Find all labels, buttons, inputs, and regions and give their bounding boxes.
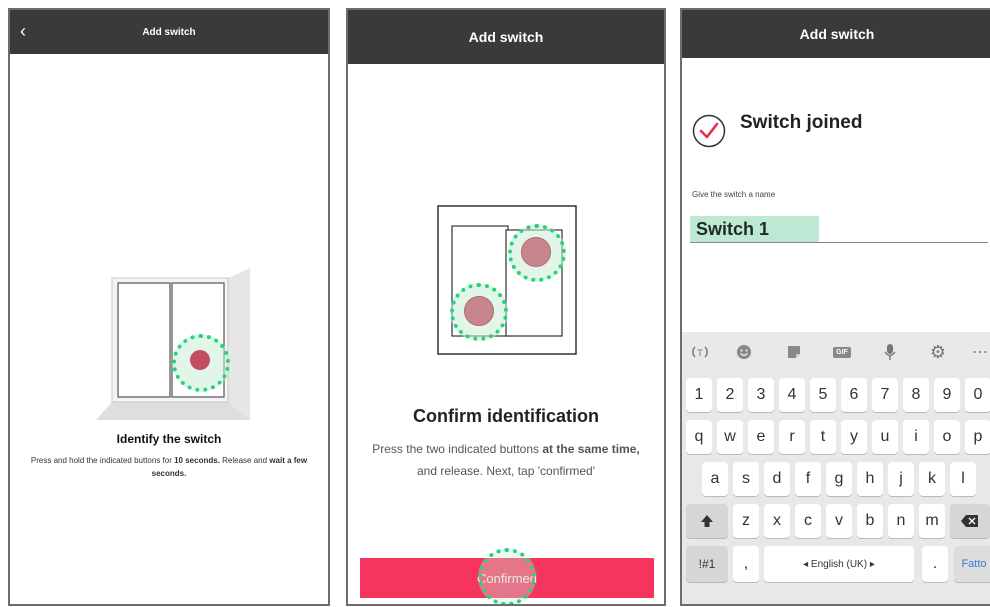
key-v[interactable]: v — [826, 504, 852, 538]
more-icon[interactable]: ⋯ — [968, 340, 990, 364]
gif-label: GIF — [833, 346, 851, 358]
gif-icon[interactable]: GIF — [830, 340, 854, 364]
switch-left-rocker — [117, 282, 171, 398]
screen-confirm-identification: Add switch Confirm identification Press … — [346, 8, 666, 606]
app-bar: Add switch — [682, 10, 990, 58]
indicated-button — [190, 350, 210, 370]
screen-identify-switch: ‹ Add switch Identify the switch Press a… — [8, 8, 330, 606]
page-title: Add switch — [799, 26, 875, 42]
instruction-bold: 10 seconds. — [174, 456, 220, 465]
period-key[interactable]: . — [922, 546, 948, 582]
page-heading: Identify the switch — [116, 432, 222, 446]
key-s[interactable]: s — [733, 462, 759, 496]
key-1[interactable]: 1 — [686, 378, 712, 412]
key-3[interactable]: 3 — [748, 378, 774, 412]
status-title: Switch joined — [740, 112, 863, 133]
sticker-icon[interactable] — [782, 340, 806, 364]
key-9[interactable]: 9 — [934, 378, 960, 412]
key-p[interactable]: p — [965, 420, 990, 454]
key-f[interactable]: f — [795, 462, 821, 496]
indicated-button-top — [521, 237, 551, 267]
key-l[interactable]: l — [950, 462, 976, 496]
key-n[interactable]: n — [888, 504, 914, 538]
backspace-icon — [961, 515, 978, 527]
key-q[interactable]: q — [686, 420, 712, 454]
key-x[interactable]: x — [764, 504, 790, 538]
press-indicator-confirm — [478, 548, 536, 604]
instruction-part: Press the two indicated buttons — [372, 442, 543, 456]
settings-icon[interactable]: ⚙ — [926, 340, 950, 364]
space-key[interactable]: ◂ English (UK) ▸ — [764, 546, 914, 582]
comma-key[interactable]: , — [733, 546, 759, 582]
switch-plate-bottom — [96, 402, 250, 420]
key-i[interactable]: i — [903, 420, 929, 454]
page-heading: Confirm identification — [413, 406, 599, 426]
done-key[interactable]: Fatto — [954, 546, 990, 582]
translate-icon[interactable]: T — [688, 340, 712, 364]
instruction-text: Press the two indicated buttons at the s… — [362, 438, 650, 482]
emoji-icon[interactable] — [732, 340, 756, 364]
key-8[interactable]: 8 — [903, 378, 929, 412]
key-4[interactable]: 4 — [779, 378, 805, 412]
key-g[interactable]: g — [826, 462, 852, 496]
name-field[interactable]: Switch 1 — [690, 216, 988, 243]
key-a[interactable]: a — [702, 462, 728, 496]
key-y[interactable]: y — [841, 420, 867, 454]
instruction-part: Release and — [219, 456, 270, 465]
key-e[interactable]: e — [748, 420, 774, 454]
key-r[interactable]: r — [779, 420, 805, 454]
key-5[interactable]: 5 — [810, 378, 836, 412]
shift-key[interactable] — [686, 504, 728, 538]
instruction-bold: at the same time, — [542, 442, 640, 456]
instruction-part: Press and hold the indicated buttons for — [30, 456, 175, 465]
onscreen-keyboard: T GIF ⚙ ⋯ 1 2 3 4 5 6 7 8 9 0 q w e r t … — [682, 332, 990, 604]
name-field-value: Switch 1 — [690, 216, 820, 242]
key-0[interactable]: 0 — [965, 378, 990, 412]
screen-switch-joined: Add switch Switch joined Give the switch… — [680, 8, 990, 606]
backspace-key[interactable] — [950, 504, 990, 538]
key-h[interactable]: h — [857, 462, 883, 496]
key-b[interactable]: b — [857, 504, 883, 538]
svg-text:T: T — [696, 349, 703, 359]
switch-plate-side — [228, 268, 250, 420]
switch-illustration — [96, 268, 250, 420]
microphone-icon[interactable] — [878, 340, 902, 364]
key-2[interactable]: 2 — [717, 378, 743, 412]
key-u[interactable]: u — [872, 420, 898, 454]
check-circle-icon — [692, 114, 726, 148]
key-m[interactable]: m — [919, 504, 945, 538]
key-6[interactable]: 6 — [841, 378, 867, 412]
key-c[interactable]: c — [795, 504, 821, 538]
key-k[interactable]: k — [919, 462, 945, 496]
symbols-key[interactable]: !#1 — [686, 546, 728, 582]
indicated-button-bottom — [464, 296, 494, 326]
key-d[interactable]: d — [764, 462, 790, 496]
key-t[interactable]: t — [810, 420, 836, 454]
shift-icon — [701, 515, 713, 527]
key-o[interactable]: o — [934, 420, 960, 454]
key-w[interactable]: w — [717, 420, 743, 454]
instruction-text: Press and hold the indicated buttons for… — [16, 454, 322, 480]
key-z[interactable]: z — [733, 504, 759, 538]
key-j[interactable]: j — [888, 462, 914, 496]
name-field-label: Give the switch a name — [692, 190, 776, 199]
key-7[interactable]: 7 — [872, 378, 898, 412]
instruction-part: and release. Next, tap 'confirmed' — [416, 464, 595, 478]
